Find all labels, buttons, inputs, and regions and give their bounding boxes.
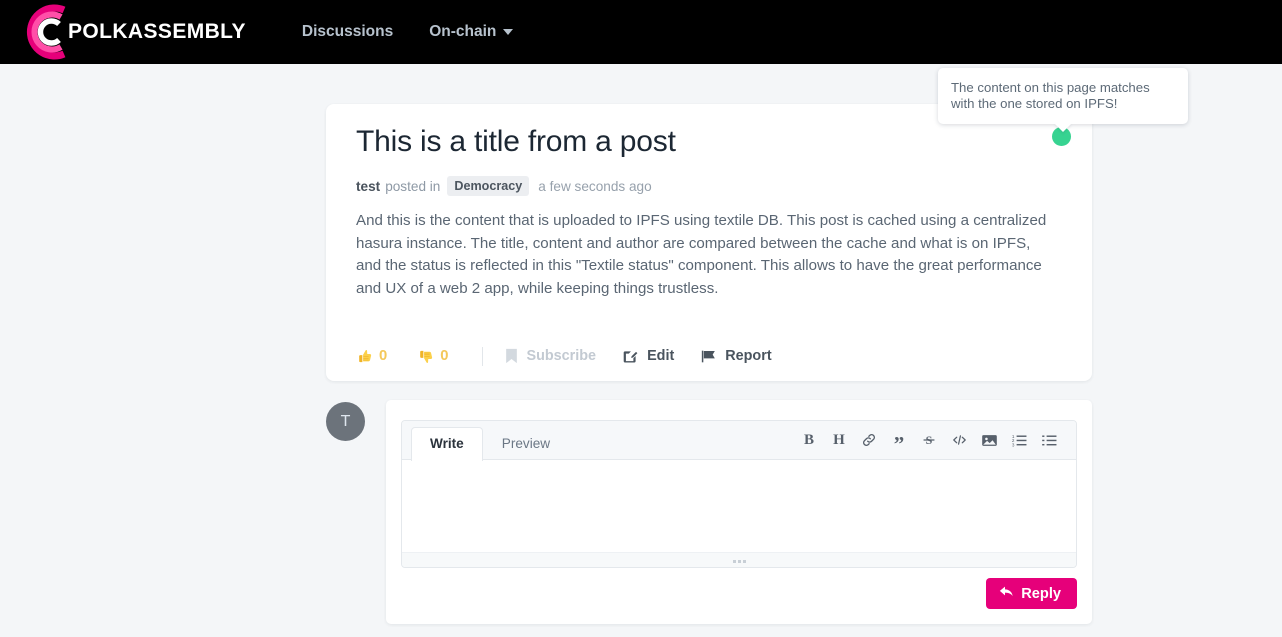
quote-glyph: ” xyxy=(893,432,905,456)
reply-label: Reply xyxy=(1021,585,1061,602)
top-navbar: POLKASSEMBLY Discussions On-chain xyxy=(0,0,1282,64)
editor-tabs: Write Preview xyxy=(411,427,569,461)
ipfs-status-tooltip-text: The content on this page matches with th… xyxy=(951,80,1150,111)
report-button[interactable]: Report xyxy=(700,348,772,364)
post-timestamp: a few seconds ago xyxy=(538,178,652,194)
report-label: Report xyxy=(725,348,772,364)
subscribe-button[interactable]: Subscribe xyxy=(505,348,596,364)
comment-editor-card: Write Preview B H ” S 1 2 3 Reply xyxy=(386,400,1092,624)
ordered-list-icon[interactable]: 1 2 3 xyxy=(1004,425,1034,455)
nav-links: Discussions On-chain xyxy=(284,0,531,64)
comment-textarea[interactable] xyxy=(402,460,1076,552)
heading-icon[interactable]: H xyxy=(824,425,854,455)
page-title: This is a title from a post xyxy=(356,125,676,158)
tab-preview-label: Preview xyxy=(501,436,551,451)
dislike-count: 0 xyxy=(440,348,449,364)
posted-in-label: posted in xyxy=(385,178,441,194)
post-author[interactable]: test xyxy=(356,179,380,194)
heading-glyph: H xyxy=(833,431,845,448)
tab-preview[interactable]: Preview xyxy=(483,427,569,460)
pencil-square-icon xyxy=(622,348,639,365)
nav-item-on-chain[interactable]: On-chain xyxy=(411,0,531,64)
unordered-list-icon[interactable] xyxy=(1034,425,1064,455)
nav-item-discussions-label: Discussions xyxy=(301,23,394,40)
dislike-button[interactable]: 0 xyxy=(417,348,448,365)
image-icon[interactable] xyxy=(974,425,1004,455)
thumbs-up-icon xyxy=(356,348,373,365)
brand-name: POLKASSEMBLY xyxy=(68,20,246,43)
code-icon[interactable] xyxy=(944,425,974,455)
edit-button[interactable]: Edit xyxy=(622,348,674,365)
post-card: This is a title from a post test posted … xyxy=(326,104,1092,381)
like-count: 0 xyxy=(379,348,388,364)
brand-home-link[interactable]: POLKASSEMBLY xyxy=(18,0,246,64)
post-category-badge[interactable]: Democracy xyxy=(447,176,530,196)
quote-icon[interactable]: ” xyxy=(884,421,914,459)
nav-item-on-chain-label: On-chain xyxy=(429,23,497,40)
flag-icon xyxy=(700,349,717,364)
editor-toolbar: B H ” S 1 2 3 xyxy=(794,421,1064,459)
tab-write-label: Write xyxy=(430,436,464,451)
post-action-bar: 0 0 Subscribe Edit Report xyxy=(356,343,772,369)
avatar: T xyxy=(326,402,365,441)
strikethrough-icon[interactable]: S xyxy=(914,425,944,455)
bold-glyph: B xyxy=(803,431,814,448)
action-divider xyxy=(482,346,484,366)
editor-resize-handle[interactable] xyxy=(402,552,1076,567)
tab-write[interactable]: Write xyxy=(411,427,483,461)
markdown-editor: Write Preview B H ” S 1 2 3 xyxy=(401,420,1077,568)
chevron-down-icon xyxy=(503,29,514,35)
thumbs-down-icon xyxy=(417,348,434,365)
like-button[interactable]: 0 xyxy=(356,348,387,365)
ipfs-status-tooltip: The content on this page matches with th… xyxy=(938,68,1188,124)
nav-item-discussions[interactable]: Discussions xyxy=(284,0,411,64)
reply-button[interactable]: Reply xyxy=(986,578,1077,609)
post-meta: test posted in Democracy a few seconds a… xyxy=(356,176,652,196)
resize-grip-icon xyxy=(732,559,746,563)
subscribe-label: Subscribe xyxy=(526,348,597,364)
editor-header: Write Preview B H ” S 1 2 3 xyxy=(402,421,1076,461)
bold-icon[interactable]: B xyxy=(794,425,824,455)
edit-label: Edit xyxy=(647,348,675,364)
avatar-initial: T xyxy=(340,412,351,430)
link-icon[interactable] xyxy=(854,425,884,455)
reply-arrow-icon xyxy=(999,585,1014,603)
bookmark-icon xyxy=(505,348,518,364)
svg-text:3: 3 xyxy=(1011,442,1014,447)
post-content: And this is the content that is uploaded… xyxy=(356,212,1047,297)
